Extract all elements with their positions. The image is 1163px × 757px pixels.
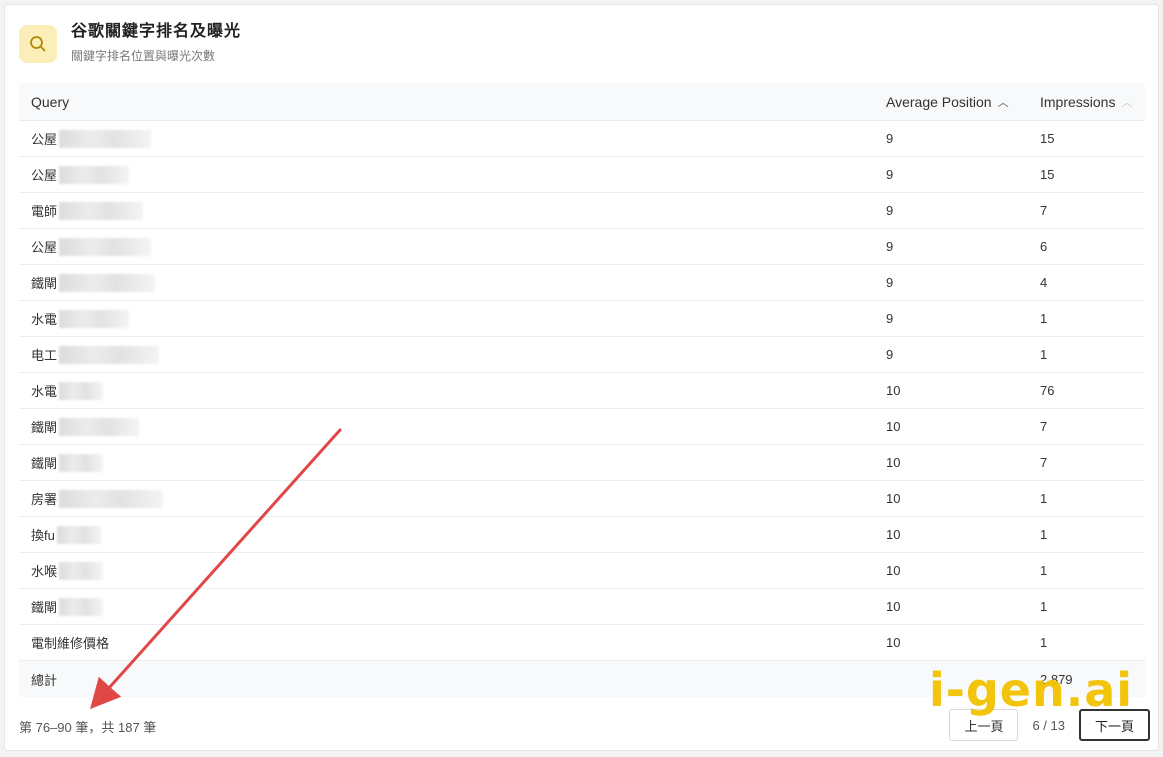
- search-icon: [19, 25, 57, 63]
- redacted-text: [59, 381, 104, 400]
- query-text: 鐵閘: [31, 600, 58, 615]
- keyword-table: Query Average Position ︿ Impressions ︿ 公…: [19, 83, 1145, 697]
- redacted-text: [59, 237, 152, 256]
- position-value: 10: [886, 491, 901, 506]
- impressions-value: 1: [1040, 311, 1048, 326]
- query-text: 鐵閘: [31, 276, 58, 291]
- card-title: 谷歌關鍵字排名及曝光: [71, 23, 242, 40]
- position-value: 9: [886, 239, 894, 254]
- table-row: 水喉 10 1: [19, 553, 1145, 589]
- table-row: 換fu 10 1: [19, 517, 1145, 553]
- position-value: 10: [886, 635, 901, 650]
- impressions-value: 1: [1040, 491, 1048, 506]
- sort-up-icon: ︿: [1121, 96, 1133, 109]
- redacted-text: [59, 165, 130, 184]
- redacted-text: [59, 417, 140, 436]
- redacted-text: [59, 453, 104, 472]
- column-header-impressions[interactable]: Impressions ︿: [1040, 94, 1145, 110]
- query-text: 水喉: [31, 564, 58, 579]
- table-row: 電制維修價格 10 1: [19, 625, 1145, 661]
- impressions-value: 4: [1040, 275, 1048, 290]
- table-row: 鐵閘 10 7: [19, 409, 1145, 445]
- query-text: 公屋: [31, 168, 58, 183]
- table-row: 鐵閘 10 1: [19, 589, 1145, 625]
- table-row: 鐵閘 9 4: [19, 265, 1145, 301]
- query-text: 房署: [31, 492, 58, 507]
- column-header-position[interactable]: Average Position ︿: [886, 94, 1040, 110]
- impressions-value: 7: [1040, 203, 1048, 218]
- query-text: 公屋: [31, 132, 58, 147]
- sort-up-icon: ︿: [997, 96, 1009, 109]
- table-header: Query Average Position ︿ Impressions ︿: [19, 83, 1145, 121]
- query-text: 水電: [31, 312, 58, 327]
- redacted-text: [56, 525, 101, 544]
- impressions-value: 15: [1040, 131, 1055, 146]
- position-value: 9: [886, 203, 894, 218]
- redacted-text: [59, 597, 104, 616]
- table-row: 公屋 9 15: [19, 121, 1145, 157]
- table-row: 公屋 9 15: [19, 157, 1145, 193]
- watermark-logo: i-gen.ai: [929, 663, 1134, 717]
- position-value: 9: [886, 347, 894, 362]
- impressions-value: 6: [1040, 239, 1048, 254]
- position-value: 10: [886, 419, 901, 434]
- redacted-text: [59, 273, 156, 292]
- position-value: 10: [886, 527, 901, 542]
- position-value: 10: [886, 599, 901, 614]
- impressions-value: 7: [1040, 419, 1048, 434]
- position-value: 10: [886, 455, 901, 470]
- column-header-query[interactable]: Query: [19, 94, 886, 110]
- table-row: 水電 10 76: [19, 373, 1145, 409]
- redacted-text: [59, 201, 144, 220]
- impressions-value: 1: [1040, 635, 1048, 650]
- table-row: 电工 9 1: [19, 337, 1145, 373]
- table-row: 水電 9 1: [19, 301, 1145, 337]
- table-row: 房署 10 1: [19, 481, 1145, 517]
- table-row: 電師 9 7: [19, 193, 1145, 229]
- query-text: 水電: [31, 384, 58, 399]
- position-value: 9: [886, 275, 894, 290]
- redacted-text: [59, 561, 104, 580]
- query-text: 鐵閘: [31, 420, 58, 435]
- impressions-value: 1: [1040, 347, 1048, 362]
- redacted-text: [59, 345, 160, 364]
- position-value: 9: [886, 131, 894, 146]
- redacted-text: [59, 489, 164, 508]
- card-header: 谷歌關鍵字排名及曝光 關鍵字排名位置與曝光次數: [19, 21, 241, 63]
- page-indicator: 6 / 13: [1032, 717, 1065, 733]
- total-label: 總計: [31, 672, 58, 688]
- card-subtitle: 關鍵字排名位置與曝光次數: [71, 49, 216, 63]
- table-row: 公屋 9 6: [19, 229, 1145, 265]
- position-value: 9: [886, 311, 894, 326]
- table-body: 公屋 9 15 公屋 9 15 電師 9 7 公屋 9 6 鐵閘 9 4 水電 …: [19, 121, 1145, 661]
- position-value: 10: [886, 383, 901, 398]
- redacted-text: [59, 129, 152, 148]
- query-text: 換fu: [31, 528, 55, 543]
- position-value: 9: [886, 167, 894, 182]
- impressions-value: 7: [1040, 455, 1048, 470]
- query-text: 电工: [31, 348, 58, 363]
- pagination-range: 第 76–90 筆，共 187 筆: [19, 720, 157, 735]
- position-value: 10: [886, 563, 901, 578]
- query-text: 公屋: [31, 240, 58, 255]
- keyword-ranking-card: 谷歌關鍵字排名及曝光 關鍵字排名位置與曝光次數 Query Average Po…: [4, 4, 1159, 751]
- impressions-value: 76: [1040, 383, 1055, 398]
- impressions-value: 1: [1040, 599, 1048, 614]
- query-text: 電師: [31, 204, 58, 219]
- query-text: 鐵閘: [31, 456, 58, 471]
- impressions-value: 1: [1040, 563, 1048, 578]
- table-row: 鐵閘 10 7: [19, 445, 1145, 481]
- impressions-value: 15: [1040, 167, 1055, 182]
- impressions-value: 1: [1040, 527, 1048, 542]
- query-text: 電制維修價格: [31, 636, 110, 651]
- redacted-text: [59, 309, 130, 328]
